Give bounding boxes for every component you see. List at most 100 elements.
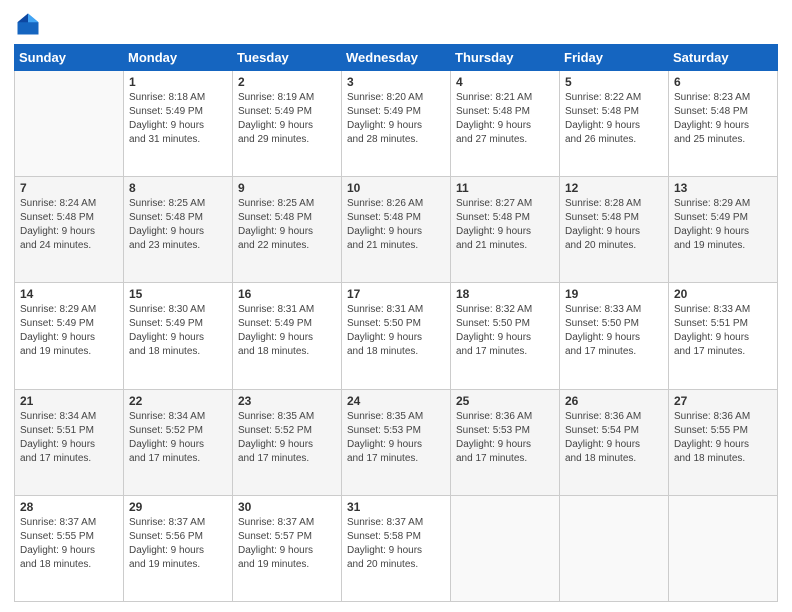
day-number: 1 (129, 75, 227, 89)
calendar-week-row: 1 Sunrise: 8:18 AM Sunset: 5:49 PM Daylig… (15, 71, 778, 177)
calendar-cell: 3 Sunrise: 8:20 AM Sunset: 5:49 PM Daylig… (342, 71, 451, 177)
day-info: Sunrise: 8:27 AM Sunset: 5:48 PM Dayligh… (456, 197, 554, 253)
calendar-table: SundayMondayTuesdayWednesdayThursdayFrid… (14, 44, 778, 602)
day-number: 25 (456, 394, 554, 408)
header (14, 10, 778, 38)
day-number: 22 (129, 394, 227, 408)
day-number: 8 (129, 181, 227, 195)
day-info: Sunrise: 8:33 AM Sunset: 5:51 PM Dayligh… (674, 303, 772, 359)
day-number: 31 (347, 500, 445, 514)
day-info: Sunrise: 8:37 AM Sunset: 5:57 PM Dayligh… (238, 516, 336, 572)
day-number: 3 (347, 75, 445, 89)
calendar-cell: 1 Sunrise: 8:18 AM Sunset: 5:49 PM Daylig… (124, 71, 233, 177)
calendar-header-friday: Friday (560, 45, 669, 71)
calendar-cell: 4Sunrise: 8:21 AM Sunset: 5:48 PM Daylig… (451, 71, 560, 177)
day-number: 18 (456, 287, 554, 301)
day-info: Sunrise: 8:24 AM Sunset: 5:48 PM Dayligh… (20, 197, 118, 253)
day-info: Sunrise: 8:19 AM Sunset: 5:49 PM Dayligh… (238, 91, 336, 147)
day-info: Sunrise: 8:31 AM Sunset: 5:50 PM Dayligh… (347, 303, 445, 359)
calendar-cell: 14 Sunrise: 8:29 AM Sunset: 5:49 PM Dayli… (15, 283, 124, 389)
day-number: 14 (20, 287, 118, 301)
calendar-cell: 29Sunrise: 8:37 AM Sunset: 5:56 PM Dayli… (124, 495, 233, 601)
calendar-cell (560, 495, 669, 601)
day-info: Sunrise: 8:18 AM Sunset: 5:49 PM Dayligh… (129, 91, 227, 147)
calendar-cell: 11 Sunrise: 8:27 AM Sunset: 5:48 PM Dayli… (451, 177, 560, 283)
calendar-header-saturday: Saturday (669, 45, 778, 71)
day-number: 20 (674, 287, 772, 301)
day-number: 17 (347, 287, 445, 301)
day-info: Sunrise: 8:23 AM Sunset: 5:48 PM Dayligh… (674, 91, 772, 147)
day-number: 2 (238, 75, 336, 89)
calendar-header-thursday: Thursday (451, 45, 560, 71)
calendar-cell: 5 Sunrise: 8:22 AM Sunset: 5:48 PM Daylig… (560, 71, 669, 177)
day-number: 27 (674, 394, 772, 408)
day-info: Sunrise: 8:30 AM Sunset: 5:49 PM Dayligh… (129, 303, 227, 359)
calendar-header-wednesday: Wednesday (342, 45, 451, 71)
calendar-cell: 9 Sunrise: 8:25 AM Sunset: 5:48 PM Daylig… (233, 177, 342, 283)
calendar-cell (451, 495, 560, 601)
day-info: Sunrise: 8:25 AM Sunset: 5:48 PM Dayligh… (238, 197, 336, 253)
calendar-cell: 17 Sunrise: 8:31 AM Sunset: 5:50 PM Dayli… (342, 283, 451, 389)
calendar-cell: 6 Sunrise: 8:23 AM Sunset: 5:48 PM Daylig… (669, 71, 778, 177)
calendar-cell: 21Sunrise: 8:34 AM Sunset: 5:51 PM Dayli… (15, 389, 124, 495)
day-number: 9 (238, 181, 336, 195)
calendar-cell: 28 Sunrise: 8:37 AM Sunset: 5:55 PM Dayli… (15, 495, 124, 601)
calendar-cell: 13 Sunrise: 8:29 AM Sunset: 5:49 PM Dayli… (669, 177, 778, 283)
day-info: Sunrise: 8:35 AM Sunset: 5:52 PM Dayligh… (238, 410, 336, 466)
day-number: 13 (674, 181, 772, 195)
calendar-cell (15, 71, 124, 177)
calendar-cell: 25 Sunrise: 8:36 AM Sunset: 5:53 PM Dayli… (451, 389, 560, 495)
day-number: 30 (238, 500, 336, 514)
calendar-cell: 16Sunrise: 8:31 AM Sunset: 5:49 PM Dayli… (233, 283, 342, 389)
day-info: Sunrise: 8:33 AM Sunset: 5:50 PM Dayligh… (565, 303, 663, 359)
calendar-cell: 7 Sunrise: 8:24 AM Sunset: 5:48 PM Daylig… (15, 177, 124, 283)
day-info: Sunrise: 8:34 AM Sunset: 5:51 PM Dayligh… (20, 410, 118, 466)
day-number: 23 (238, 394, 336, 408)
calendar-cell: 10Sunrise: 8:26 AM Sunset: 5:48 PM Dayli… (342, 177, 451, 283)
day-number: 5 (565, 75, 663, 89)
calendar-cell: 26 Sunrise: 8:36 AM Sunset: 5:54 PM Dayli… (560, 389, 669, 495)
day-info: Sunrise: 8:29 AM Sunset: 5:49 PM Dayligh… (20, 303, 118, 359)
day-number: 7 (20, 181, 118, 195)
calendar-cell (669, 495, 778, 601)
calendar-header-tuesday: Tuesday (233, 45, 342, 71)
day-info: Sunrise: 8:37 AM Sunset: 5:55 PM Dayligh… (20, 516, 118, 572)
calendar-cell: 8Sunrise: 8:25 AM Sunset: 5:48 PM Daylig… (124, 177, 233, 283)
calendar-cell: 18 Sunrise: 8:32 AM Sunset: 5:50 PM Dayli… (451, 283, 560, 389)
day-info: Sunrise: 8:26 AM Sunset: 5:48 PM Dayligh… (347, 197, 445, 253)
calendar-cell: 15 Sunrise: 8:30 AM Sunset: 5:49 PM Dayli… (124, 283, 233, 389)
calendar-cell: 19 Sunrise: 8:33 AM Sunset: 5:50 PM Dayli… (560, 283, 669, 389)
day-number: 11 (456, 181, 554, 195)
logo (14, 10, 46, 38)
calendar-week-row: 14 Sunrise: 8:29 AM Sunset: 5:49 PM Dayli… (15, 283, 778, 389)
day-number: 6 (674, 75, 772, 89)
calendar-cell: 12Sunrise: 8:28 AM Sunset: 5:48 PM Dayli… (560, 177, 669, 283)
day-number: 15 (129, 287, 227, 301)
calendar-cell: 22 Sunrise: 8:34 AM Sunset: 5:52 PM Dayli… (124, 389, 233, 495)
day-info: Sunrise: 8:29 AM Sunset: 5:49 PM Dayligh… (674, 197, 772, 253)
calendar-week-row: 7 Sunrise: 8:24 AM Sunset: 5:48 PM Daylig… (15, 177, 778, 283)
day-number: 19 (565, 287, 663, 301)
calendar-cell: 30 Sunrise: 8:37 AM Sunset: 5:57 PM Dayli… (233, 495, 342, 601)
day-info: Sunrise: 8:28 AM Sunset: 5:48 PM Dayligh… (565, 197, 663, 253)
day-info: Sunrise: 8:20 AM Sunset: 5:49 PM Dayligh… (347, 91, 445, 147)
day-info: Sunrise: 8:36 AM Sunset: 5:53 PM Dayligh… (456, 410, 554, 466)
day-info: Sunrise: 8:22 AM Sunset: 5:48 PM Dayligh… (565, 91, 663, 147)
calendar-cell: 20 Sunrise: 8:33 AM Sunset: 5:51 PM Dayli… (669, 283, 778, 389)
calendar-header-monday: Monday (124, 45, 233, 71)
logo-icon (14, 10, 42, 38)
day-number: 29 (129, 500, 227, 514)
day-info: Sunrise: 8:32 AM Sunset: 5:50 PM Dayligh… (456, 303, 554, 359)
day-info: Sunrise: 8:35 AM Sunset: 5:53 PM Dayligh… (347, 410, 445, 466)
day-info: Sunrise: 8:37 AM Sunset: 5:58 PM Dayligh… (347, 516, 445, 572)
day-info: Sunrise: 8:36 AM Sunset: 5:54 PM Dayligh… (565, 410, 663, 466)
day-info: Sunrise: 8:34 AM Sunset: 5:52 PM Dayligh… (129, 410, 227, 466)
calendar-week-row: 21Sunrise: 8:34 AM Sunset: 5:51 PM Dayli… (15, 389, 778, 495)
calendar-header-row: SundayMondayTuesdayWednesdayThursdayFrid… (15, 45, 778, 71)
calendar-week-row: 28 Sunrise: 8:37 AM Sunset: 5:55 PM Dayli… (15, 495, 778, 601)
day-number: 26 (565, 394, 663, 408)
calendar-cell: 23 Sunrise: 8:35 AM Sunset: 5:52 PM Dayli… (233, 389, 342, 495)
day-number: 16 (238, 287, 336, 301)
day-number: 28 (20, 500, 118, 514)
day-number: 4 (456, 75, 554, 89)
